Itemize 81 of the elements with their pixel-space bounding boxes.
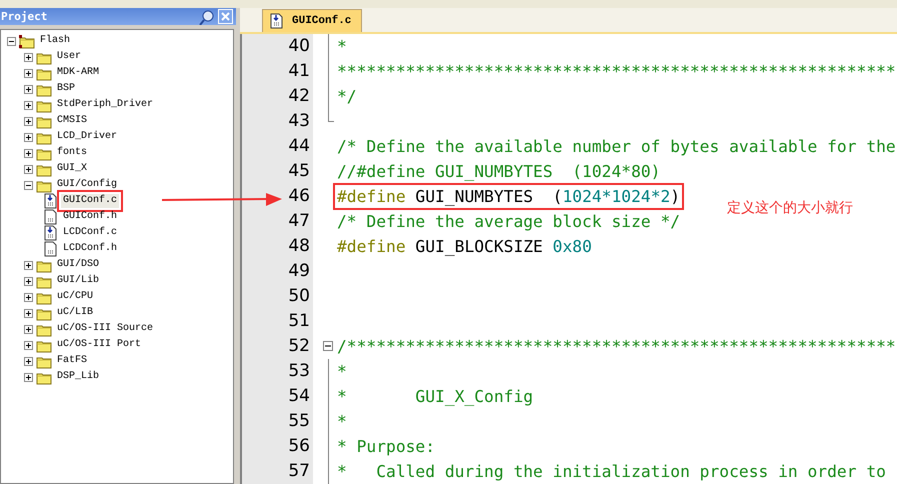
file-icon [43, 241, 58, 257]
code-line: * GUI_X_Config [336, 386, 534, 408]
tree-item[interactable]: FatFS [55, 354, 90, 368]
expand-icon[interactable] [24, 84, 33, 94]
tree-item[interactable]: LCDConf.h [61, 242, 120, 256]
tree-item[interactable]: uC/LIB [55, 306, 96, 320]
code-line: * [336, 361, 348, 383]
tree-item[interactable]: fonts [55, 146, 90, 160]
tree-item[interactable]: GUI/DSO [55, 258, 102, 272]
tree-item[interactable]: GUIConf.c [61, 194, 120, 208]
tree-item[interactable]: GUIConf.h [61, 210, 120, 224]
tree-item[interactable]: MDK-ARM [55, 66, 102, 80]
line-number: 44 [242, 134, 313, 159]
expand-icon[interactable] [24, 372, 33, 382]
code-line: /* Define the available number of bytes available for the [336, 136, 897, 158]
code-line: /* Define the average block size */ [336, 211, 682, 233]
code-line: //#define GUI_NUMBYTES (1024*80) [336, 161, 662, 183]
line-number: 42 [242, 84, 313, 109]
source-file-icon [43, 193, 58, 209]
code-line: * Purpose: [336, 436, 436, 458]
source-file-icon [43, 225, 58, 241]
code-line: * [336, 36, 348, 58]
tree-item[interactable]: uC/OS-III Source [55, 322, 156, 336]
expand-icon[interactable] [24, 340, 33, 350]
line-number: 40 [242, 34, 313, 59]
tree-item[interactable]: GUI_X [55, 162, 90, 176]
source-file-icon [269, 13, 284, 29]
tree-item[interactable]: StdPeriph_Driver [55, 98, 156, 112]
folder-icon [19, 34, 35, 48]
line-number: 41 [242, 59, 313, 84]
expand-icon[interactable] [24, 132, 33, 142]
tree-item[interactable]: GUI/Config [55, 178, 120, 192]
expand-icon[interactable] [24, 52, 33, 62]
expand-icon[interactable] [24, 68, 33, 78]
tree-item[interactable]: LCDConf.c [61, 226, 120, 240]
panel-title: Project [1, 10, 48, 23]
expand-icon[interactable] [24, 100, 33, 110]
code-line: */ [336, 86, 358, 108]
expand-icon[interactable] [24, 116, 33, 126]
collapse-icon[interactable] [7, 36, 16, 46]
line-number: 51 [242, 309, 313, 334]
tree-item[interactable]: Flash [38, 34, 72, 48]
code-line: /******************************************************** [336, 336, 897, 358]
line-number: 53 [242, 359, 313, 384]
tree-item[interactable]: GUI/Lib [55, 274, 102, 288]
tree-item[interactable]: uC/CPU [55, 290, 96, 304]
code-line: * Called during the initialization process in order to [336, 461, 887, 483]
file-icon [43, 209, 58, 225]
line-number: 46 [242, 184, 313, 209]
line-number: 57 [242, 459, 313, 484]
line-number: 55 [242, 409, 313, 434]
expand-icon[interactable] [24, 164, 33, 174]
expand-icon[interactable] [24, 324, 33, 334]
tree-item[interactable]: LCD_Driver [55, 130, 120, 144]
tree-item[interactable]: CMSIS [55, 114, 90, 128]
code-line: ********************************************************* [336, 61, 897, 83]
file-tab[interactable]: GUIConf.c [262, 9, 362, 32]
line-number: 56 [242, 434, 313, 459]
line-number: 50 [242, 284, 313, 309]
collapse-icon[interactable] [24, 180, 33, 190]
expand-icon[interactable] [24, 308, 33, 318]
line-number: 48 [242, 234, 313, 259]
tree-item[interactable]: User [55, 50, 84, 64]
code-line: * [336, 411, 348, 433]
tree-item[interactable]: uC/OS-III Port [55, 338, 144, 352]
annotation-text: 定义这个的大小就行 [727, 199, 853, 217]
collapse-icon[interactable] [323, 341, 333, 351]
tree-item[interactable]: DSP_Lib [55, 370, 102, 384]
expand-icon[interactable] [24, 356, 33, 366]
tree-item[interactable]: BSP [55, 82, 78, 96]
line-number: 54 [242, 384, 313, 409]
expand-icon[interactable] [24, 260, 33, 270]
line-number: 45 [242, 159, 313, 184]
expand-icon[interactable] [24, 148, 33, 158]
expand-icon[interactable] [24, 292, 33, 302]
line-number: 49 [242, 259, 313, 284]
line-number: 47 [242, 209, 313, 234]
line-number: 43 [242, 109, 313, 134]
line-number: 52 [242, 334, 313, 359]
code-line: #define GUI_BLOCKSIZE 0x80 [336, 236, 593, 258]
expand-icon[interactable] [24, 276, 33, 286]
